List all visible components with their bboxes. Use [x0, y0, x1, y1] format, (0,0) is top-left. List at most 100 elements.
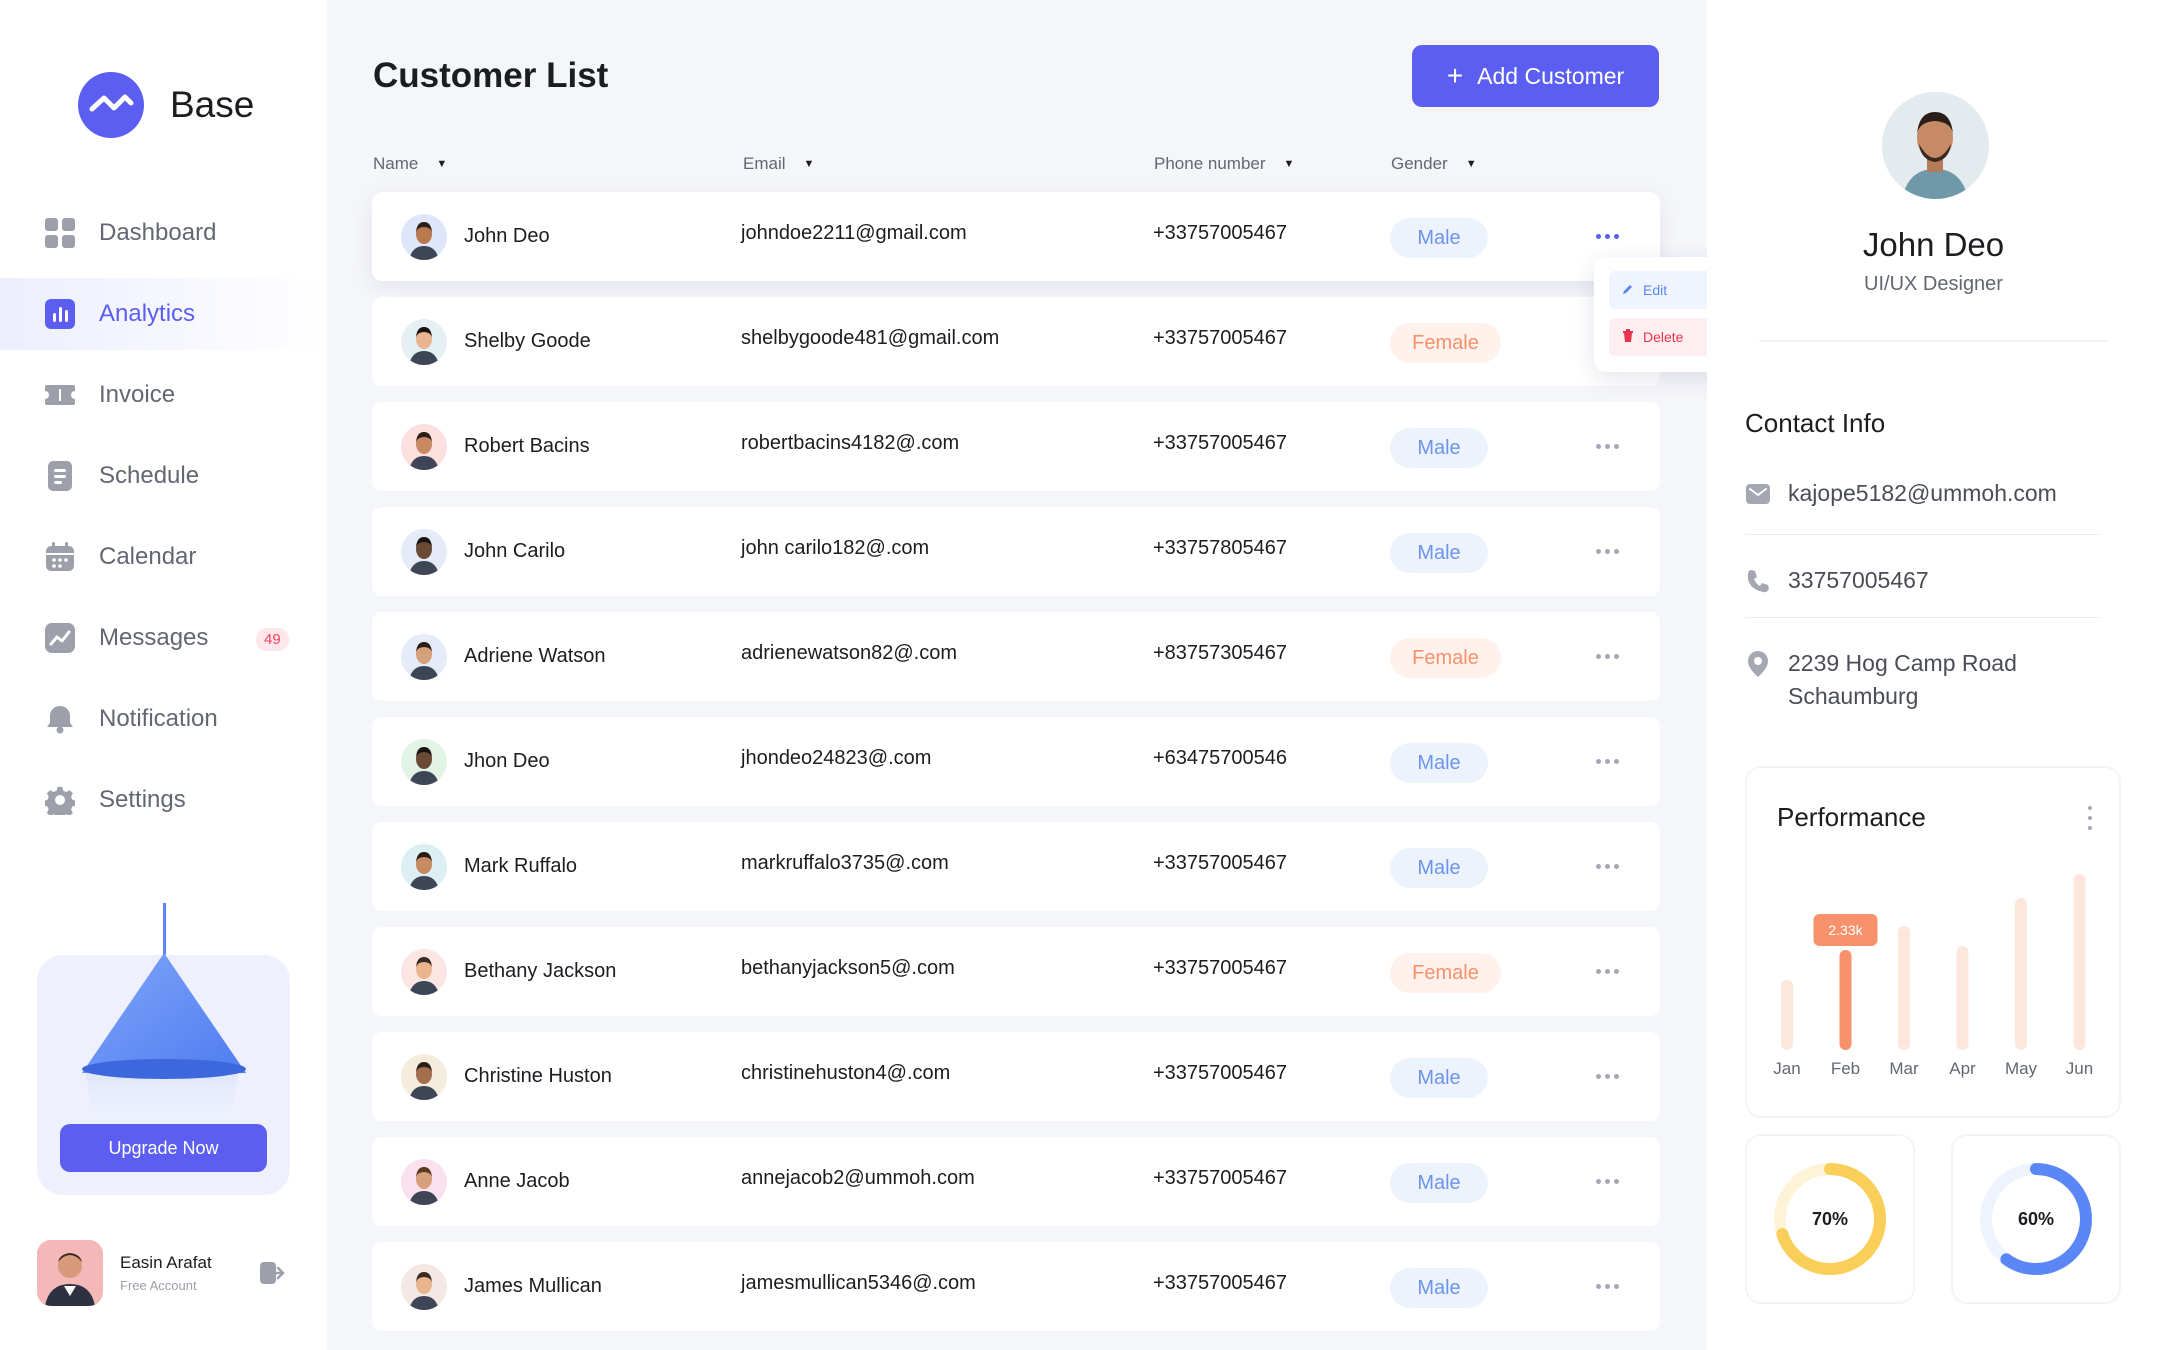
customer-email-cell: bethanyjackson5@.com [741, 957, 955, 979]
row-more-icon[interactable] [1592, 226, 1622, 246]
sidebar-item-label: Analytics [99, 300, 196, 327]
customer-name-cell: John Deo [401, 192, 550, 281]
brand[interactable]: Base [78, 72, 254, 138]
customer-name-cell: James Mullican [401, 1242, 602, 1331]
contact-phone[interactable]: 33757005467 [1745, 564, 1929, 597]
calendar-icon [44, 541, 76, 573]
sidebar-item-invoice[interactable]: Invoice [0, 359, 327, 431]
gender-badge: Male [1390, 743, 1488, 783]
customer-email-cell: markruffalo3735@.com [741, 852, 949, 874]
row-more-icon[interactable] [1592, 646, 1622, 666]
row-more-icon[interactable] [1592, 436, 1622, 456]
customer-email-cell: robertbacins4182@.com [741, 432, 960, 454]
sidebar-item-schedule[interactable]: Schedule [0, 440, 327, 512]
customer-email-cell: annejacob2@ummoh.com [741, 1167, 975, 1189]
donut-percent-label: 60% [2017, 1208, 2055, 1229]
table-row[interactable]: Robert Bacins robertbacins4182@.com +33757… [372, 402, 1660, 491]
column-header-phone[interactable]: Phone number ▼ [1154, 154, 1294, 174]
customer-role: UI/UX Designer [1864, 273, 2003, 295]
gender-badge: Male [1390, 1058, 1488, 1098]
column-header-email[interactable]: Email ▼ [743, 154, 814, 174]
pencil-icon [1622, 282, 1634, 298]
sidebar-item-calendar[interactable]: Calendar [0, 521, 327, 593]
donut-card-1: 70% [1745, 1134, 1915, 1304]
table-row[interactable]: Anne Jacob annejacob2@ummoh.com +337570054… [372, 1137, 1660, 1226]
sidebar-item-messages[interactable]: Messages 49 [0, 602, 327, 674]
phone-icon [1745, 564, 1771, 597]
row-more-icon[interactable] [1592, 541, 1622, 561]
avatar [401, 738, 447, 785]
avatar [401, 843, 447, 890]
sidebar-item-analytics[interactable]: Analytics [0, 278, 327, 350]
trash-icon [1622, 329, 1634, 345]
x-tick-label: Feb [1831, 1059, 1860, 1078]
sort-caret-icon: ▼ [803, 158, 815, 170]
column-header-gender[interactable]: Gender ▼ [1391, 154, 1477, 174]
contact-email[interactable]: kajope5182@ummoh.com [1745, 477, 2057, 510]
table-row[interactable]: John Deo johndoe2211@gmail.com +3375700546… [372, 192, 1660, 281]
customer-phone-cell: +33757005467 [1153, 957, 1288, 979]
logout-icon[interactable] [258, 1258, 288, 1288]
bar-jun[interactable] [2073, 874, 2086, 1050]
x-tick-label: Jun [2066, 1059, 2093, 1078]
table-row[interactable]: John Carilo john carilo182@.com +337578054… [372, 507, 1660, 596]
avatar [401, 633, 447, 680]
sidebar-item-settings[interactable]: Settings [0, 764, 327, 836]
row-more-icon[interactable] [1592, 1171, 1622, 1191]
table-row[interactable]: Bethany Jackson bethanyjackson5@.com +3375… [372, 927, 1660, 1016]
table-row[interactable]: James Mullican jamesmullican5346@.com +337… [372, 1242, 1660, 1331]
add-customer-button[interactable]: + Add Customer [1412, 45, 1659, 107]
avatar [401, 948, 447, 995]
customer-name-cell: Adriene Watson [401, 612, 606, 701]
customer-email-cell: shelbygoode481@gmail.com [741, 327, 1000, 349]
row-more-icon[interactable] [1592, 961, 1622, 981]
row-more-icon[interactable] [1592, 856, 1622, 876]
bar-mar[interactable] [1898, 926, 1910, 1050]
messages-icon [44, 622, 76, 654]
sidebar-item-label: Dashboard [99, 219, 217, 246]
sidebar-item-dashboard[interactable]: Dashboard [0, 197, 327, 269]
table-row[interactable]: Shelby Goode shelbygoode481@gmail.com +337… [372, 297, 1660, 386]
customer-email-cell: jamesmullican5346@.com [741, 1272, 976, 1294]
gender-badge: Male [1390, 533, 1488, 573]
bar-apr[interactable] [1956, 946, 1969, 1050]
lamp-illustration-icon [80, 945, 250, 1130]
contact-info-title: Contact Info [1745, 408, 1886, 438]
customer-name-cell: Christine Huston [401, 1032, 612, 1121]
table-row[interactable]: Adriene Watson adrienewatson82@.com +83757… [372, 612, 1660, 701]
table-row[interactable]: Christine Huston christinehuston4@.com +33… [372, 1032, 1660, 1121]
x-tick-label: May [2005, 1059, 2038, 1078]
customer-name-cell: Shelby Goode [401, 297, 591, 386]
row-more-icon[interactable] [1592, 1066, 1622, 1086]
table-row[interactable]: Jhon Deo jhondeo24823@.com +63475700546 Mal… [372, 717, 1660, 806]
page-title: Customer List [373, 56, 609, 95]
gender-badge: Male [1390, 428, 1488, 468]
divider [1745, 617, 2101, 618]
divider [1759, 340, 2109, 342]
row-more-icon[interactable] [1592, 1276, 1622, 1296]
sidebar-item-label: Settings [99, 786, 186, 813]
profile-name: Easin Arafat [120, 1253, 212, 1272]
gender-badge: Male [1390, 1268, 1488, 1308]
sidebar-item-notification[interactable]: Notification [0, 683, 327, 755]
table-row[interactable]: Mark Ruffalo markruffalo3735@.com +3375700… [372, 822, 1660, 911]
customer-list-panel: Customer List + Add Customer Name ▼ Email… [327, 0, 1707, 1350]
bar-jan[interactable] [1781, 980, 1793, 1050]
avatar [401, 1158, 447, 1205]
sidebar-nav: Dashboard Analytics Invoice Schedule Cal… [0, 197, 327, 845]
bar-feb[interactable] [1839, 950, 1852, 1050]
schedule-icon [44, 460, 76, 492]
upgrade-now-button[interactable]: Upgrade Now [60, 1124, 267, 1172]
avatar [401, 528, 447, 575]
row-more-icon[interactable] [1592, 751, 1622, 771]
avatar [401, 1263, 447, 1310]
donut-percent-label: 70% [1811, 1208, 1849, 1229]
contact-address[interactable]: 2239 Hog Camp Road Schaumburg [1745, 647, 2017, 713]
bar-may[interactable] [2015, 898, 2027, 1050]
performance-bar-chart: Jan Feb 2.33k Mar Apr May Jun [1773, 874, 2093, 1078]
column-header-name[interactable]: Name ▼ [373, 154, 447, 174]
customer-phone-cell: +33757005467 [1153, 1062, 1288, 1084]
location-pin-icon [1745, 647, 1771, 680]
gender-badge: Male [1390, 848, 1488, 888]
user-profile[interactable]: Easin Arafat Free Account [37, 1240, 307, 1306]
